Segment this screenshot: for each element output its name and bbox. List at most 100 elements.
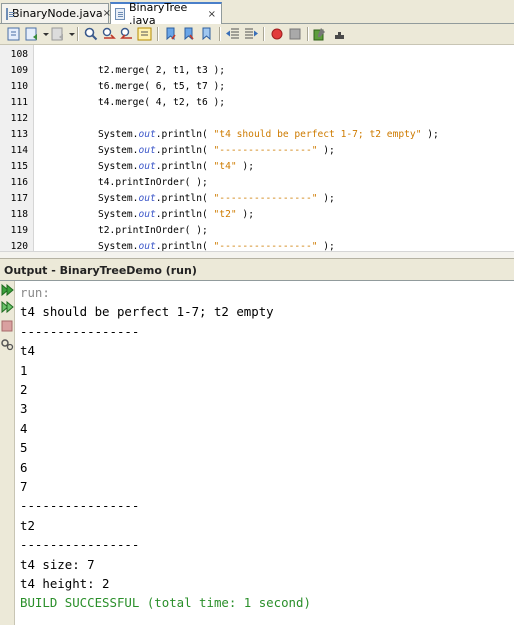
- code-token: t4.merge( 4, t2, t6 );: [98, 97, 226, 108]
- line-number: 116: [10, 177, 28, 188]
- find-previous-icon[interactable]: [101, 26, 117, 42]
- code-line: 111 t4.merge( 4, t2, t6 );: [0, 95, 514, 111]
- code-text: t6.merge( 6, t5, t7 );: [98, 79, 225, 95]
- line-number: 111: [10, 97, 28, 108]
- field-name: out: [138, 209, 156, 220]
- output-console[interactable]: run: t4 should be perfect 1-7; t2 empty --…: [15, 281, 514, 625]
- code-text: System.out.println( "----------------" )…: [98, 191, 335, 207]
- code-text: System.out.println( "t4" );: [98, 159, 254, 175]
- back-dropdown-icon[interactable]: [38, 26, 49, 42]
- start-macro-icon[interactable]: [269, 26, 285, 42]
- last-edit-icon[interactable]: [6, 26, 22, 42]
- previous-bookmark-icon[interactable]: [163, 26, 179, 42]
- code-line: 108: [0, 47, 514, 63]
- line-number: 118: [10, 209, 28, 220]
- code-token: );: [236, 161, 254, 172]
- editor-tab-bar: BinaryNode.java × BinaryTree .java ×: [0, 0, 514, 27]
- output-line: 4: [20, 420, 28, 436]
- code-text: t2.printInOrder( );: [98, 223, 208, 239]
- output-line: 2: [20, 382, 28, 397]
- code-token: .println(: [155, 193, 214, 204]
- line-number: 109: [10, 65, 28, 76]
- forward-dropdown-icon[interactable]: [64, 26, 75, 42]
- code-token: );: [421, 129, 439, 140]
- code-token: .println(: [155, 145, 214, 156]
- field-name: out: [138, 161, 156, 172]
- code-text: t4.printInOrder( );: [98, 175, 208, 191]
- comment-icon[interactable]: [312, 26, 328, 42]
- editor-scroll-edge: [0, 251, 514, 258]
- output-line: t4 height: 2: [20, 576, 110, 591]
- stop-macro-icon[interactable]: [287, 26, 303, 42]
- code-line: 109 t2.merge( 2, t1, t3 );: [0, 63, 514, 79]
- code-token: .println(: [155, 209, 214, 220]
- output-line: t4 should be perfect 1-7; t2 empty: [20, 304, 274, 320]
- line-number: 119: [10, 225, 28, 236]
- output-line: 5: [20, 440, 28, 456]
- output-side-toolbar: [0, 281, 15, 625]
- tab-binarynode[interactable]: BinaryNode.java ×: [1, 3, 111, 23]
- code-line: 115 System.out.println( "t4" );: [0, 159, 514, 175]
- code-token: System.: [98, 129, 139, 140]
- output-line: t2: [20, 517, 35, 533]
- output-line: ----------------: [20, 323, 140, 339]
- output-line: ----------------: [20, 498, 140, 514]
- code-text: System.out.println( "t2" );: [98, 207, 254, 223]
- code-token: System.: [98, 193, 139, 204]
- code-token: .println(: [155, 129, 214, 140]
- line-number: 114: [10, 145, 28, 156]
- code-token: .println(: [155, 161, 214, 172]
- next-bookmark-icon[interactable]: [181, 26, 197, 42]
- code-token: );: [236, 209, 254, 220]
- string-literal: "t4 should be perfect 1-7; t2 empty": [213, 129, 422, 140]
- output-line: 6: [20, 459, 28, 475]
- java-file-icon: [115, 8, 126, 20]
- line-number: 113: [10, 129, 28, 140]
- line-number: 115: [10, 161, 28, 172]
- code-token: System.: [98, 209, 139, 220]
- code-token: );: [317, 145, 335, 156]
- editor-toolbar: [0, 24, 514, 45]
- code-line: 119 t2.printInOrder( );: [0, 223, 514, 239]
- code-editor[interactable]: 108 109 t2.merge( 2, t1, t3 ); 110 t6.merge(…: [0, 45, 514, 258]
- string-literal: "t2": [213, 209, 237, 220]
- output-title: Output - BinaryTreeDemo (run): [4, 264, 197, 277]
- line-number: 110: [10, 81, 28, 92]
- field-name: out: [138, 193, 156, 204]
- find-icon[interactable]: [83, 26, 99, 42]
- stop-icon[interactable]: [0, 319, 14, 333]
- code-text: System.out.println( "t4 should be perfec…: [98, 127, 439, 143]
- toggle-highlight-icon[interactable]: [137, 26, 153, 42]
- code-text: t4.merge( 4, t2, t6 );: [98, 95, 225, 111]
- code-token: System.: [98, 161, 139, 172]
- toggle-bookmark-icon[interactable]: [199, 26, 215, 42]
- output-line: 7: [20, 479, 28, 494]
- rerun-icon[interactable]: [0, 283, 14, 297]
- find-next-icon[interactable]: [119, 26, 135, 42]
- code-line: 117 System.out.println( "----------------…: [0, 191, 514, 207]
- java-file-icon: [6, 7, 14, 20]
- output-line: BUILD SUCCESSFUL (total time: 1 second): [20, 595, 311, 611]
- rerun-with-args-icon[interactable]: [0, 300, 14, 314]
- code-line: 113 System.out.println( "t4 should be per…: [0, 127, 514, 143]
- shift-left-icon[interactable]: [225, 26, 241, 42]
- field-name: out: [138, 145, 156, 156]
- output-line: run:: [20, 285, 50, 300]
- field-name: out: [138, 129, 156, 140]
- line-number: 117: [10, 193, 28, 204]
- output-header: Output - BinaryTreeDemo (run): [0, 262, 514, 281]
- close-tab-icon[interactable]: ×: [208, 9, 216, 20]
- code-token: t4.printInOrder( );: [98, 177, 208, 188]
- code-line: 118 System.out.println( "t2" );: [0, 207, 514, 223]
- code-token: );: [317, 193, 335, 204]
- tab-label: BinaryNode.java: [12, 7, 103, 20]
- tab-binarytree[interactable]: BinaryTree .java ×: [110, 1, 222, 27]
- line-number: 112: [10, 113, 28, 124]
- settings-icon[interactable]: [0, 337, 14, 351]
- string-literal: "t4": [213, 161, 237, 172]
- code-token: t6.merge( 6, t5, t7 );: [98, 81, 226, 92]
- line-number: 108: [10, 49, 28, 60]
- output-line: t4: [20, 343, 35, 359]
- uncomment-icon[interactable]: [330, 26, 346, 42]
- shift-right-icon[interactable]: [243, 26, 259, 42]
